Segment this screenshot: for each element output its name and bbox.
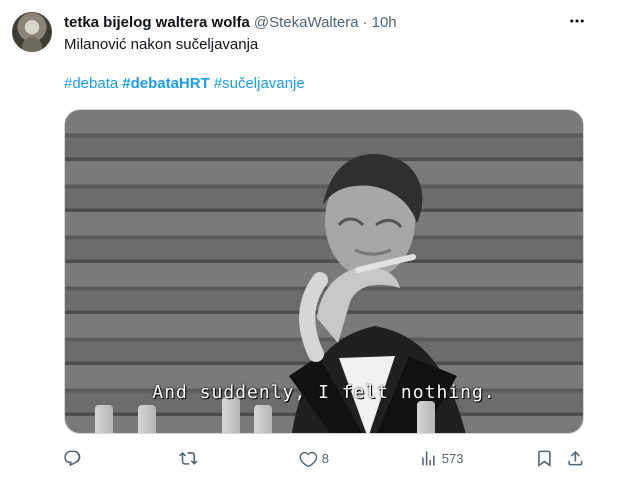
avatar[interactable] bbox=[12, 12, 52, 52]
hashtags: #debata #debataHRT #sučeljavanje bbox=[64, 74, 309, 94]
timestamp[interactable]: 10h bbox=[372, 14, 397, 31]
tweet-header: tetka bijelog waltera wolfa @StekaWalter… bbox=[64, 12, 397, 32]
bottle bbox=[254, 405, 272, 433]
views-count: 573 bbox=[441, 450, 464, 466]
tweet-media[interactable]: And suddenly, I felt nothing. bbox=[64, 109, 584, 434]
share-icon bbox=[568, 450, 583, 466]
heart-icon bbox=[299, 451, 318, 467]
bottle bbox=[95, 405, 113, 433]
views-icon bbox=[422, 450, 435, 466]
more-icon bbox=[570, 19, 584, 23]
bottle bbox=[138, 405, 156, 433]
tweet-text: Milanović nakon sučeljavanja bbox=[64, 36, 259, 53]
media-caption: And suddenly, I felt nothing. bbox=[152, 382, 496, 403]
hashtag[interactable]: #debataHRT bbox=[122, 75, 210, 92]
display-name[interactable]: tetka bijelog waltera wolfa bbox=[64, 14, 250, 31]
reply-icon bbox=[64, 450, 81, 466]
views-button[interactable]: 573 bbox=[419, 447, 463, 469]
tweet-actions: 8 573 bbox=[63, 447, 585, 469]
bookmark-icon bbox=[538, 450, 551, 467]
tweet-card: tetka bijelog waltera wolfa @StekaWalter… bbox=[0, 0, 605, 482]
separator: · bbox=[362, 13, 368, 31]
retweet-icon bbox=[179, 451, 198, 465]
handle[interactable]: @StekaWaltera bbox=[254, 14, 359, 31]
like-button[interactable]: 8 bbox=[299, 447, 329, 469]
hashtag[interactable]: #sučeljavanje bbox=[214, 75, 305, 92]
more-button[interactable] bbox=[566, 10, 588, 32]
bookmark-button[interactable] bbox=[535, 447, 554, 469]
right-gutter bbox=[604, 0, 622, 482]
like-count: 8 bbox=[321, 450, 329, 466]
reply-button[interactable] bbox=[63, 447, 86, 469]
retweet-button[interactable] bbox=[179, 447, 202, 469]
hashtag[interactable]: #debata bbox=[64, 75, 118, 92]
bottle bbox=[417, 401, 435, 433]
share-button[interactable] bbox=[566, 447, 585, 469]
